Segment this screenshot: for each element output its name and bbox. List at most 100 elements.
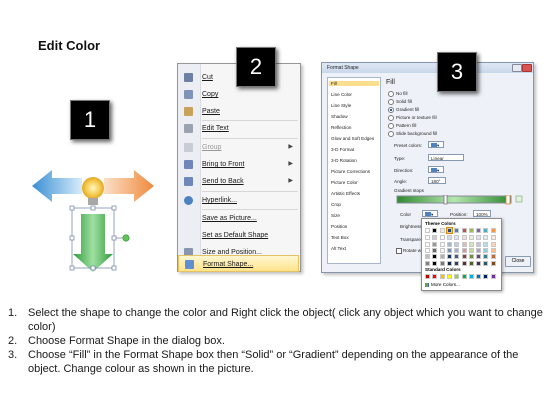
menu-item-set-default-shape[interactable]: Set as Default Shape xyxy=(178,227,299,244)
theme-color-swatch[interactable] xyxy=(461,228,467,233)
theme-color-swatch[interactable] xyxy=(468,247,474,253)
sidebar-item-size[interactable]: Size xyxy=(331,213,340,218)
radio-pattern-fill[interactable]: Pattern fill xyxy=(388,123,416,129)
theme-color-swatch[interactable] xyxy=(425,228,430,233)
theme-color-swatch[interactable] xyxy=(476,228,482,233)
menu-item-paste[interactable]: Paste xyxy=(178,103,299,120)
theme-color-swatch[interactable] xyxy=(446,241,452,247)
sidebar-item-picture-corrections[interactable]: Picture Corrections xyxy=(331,169,370,174)
theme-color-swatch[interactable] xyxy=(446,254,452,260)
theme-color-swatch[interactable] xyxy=(476,260,482,266)
sidebar-item-reflection[interactable]: Reflection xyxy=(331,125,351,130)
theme-color-swatch[interactable] xyxy=(468,254,474,260)
theme-color-swatch[interactable] xyxy=(425,254,430,260)
sidebar-item-shadow[interactable]: Shadow xyxy=(331,114,348,119)
theme-color-swatch[interactable] xyxy=(490,247,496,253)
standard-color-swatch[interactable] xyxy=(446,274,452,279)
theme-color-swatch[interactable] xyxy=(439,254,445,260)
theme-color-swatch[interactable] xyxy=(454,260,460,266)
standard-color-swatch[interactable] xyxy=(454,274,460,279)
sidebar-item-artistic-effects[interactable]: Artistic Effects xyxy=(331,191,360,196)
sidebar-item-line-style[interactable]: Line Style xyxy=(331,103,351,108)
menu-item-save-as-picture[interactable]: Save as Picture... xyxy=(178,210,299,227)
theme-color-swatch[interactable] xyxy=(432,260,438,266)
theme-color-swatch[interactable] xyxy=(432,228,438,233)
theme-color-swatch[interactable] xyxy=(454,254,460,260)
theme-color-swatch[interactable] xyxy=(476,254,482,260)
theme-color-swatch[interactable] xyxy=(446,235,452,241)
theme-color-swatch[interactable] xyxy=(468,260,474,266)
theme-color-swatch[interactable] xyxy=(461,260,467,266)
standard-color-swatch[interactable] xyxy=(425,274,430,279)
preset-colors-dropdown[interactable]: ▾ xyxy=(428,141,444,148)
sidebar-item-3d-rotation[interactable]: 3-D Rotation xyxy=(331,158,357,163)
theme-color-swatch[interactable] xyxy=(468,228,474,233)
theme-color-swatch[interactable] xyxy=(454,247,460,253)
radio-slide-background-fill[interactable]: Slide background fill xyxy=(388,131,437,137)
theme-color-swatch[interactable] xyxy=(476,247,482,253)
gradient-stops-bar[interactable] xyxy=(396,195,526,205)
theme-color-swatch[interactable] xyxy=(483,241,489,247)
standard-color-swatch[interactable] xyxy=(483,274,489,279)
theme-color-swatch[interactable] xyxy=(425,247,430,253)
theme-color-swatch[interactable] xyxy=(483,247,489,253)
direction-dropdown[interactable]: ▾ xyxy=(428,166,444,173)
close-button[interactable]: Close xyxy=(505,256,531,267)
theme-color-swatch[interactable] xyxy=(483,228,489,233)
radio-no-fill[interactable]: No fill xyxy=(388,91,408,97)
sidebar-item-crop[interactable]: Crop xyxy=(331,202,341,207)
theme-color-swatch[interactable] xyxy=(468,241,474,247)
theme-color-swatch[interactable] xyxy=(483,235,489,241)
sidebar-item-picture-color[interactable]: Picture Color xyxy=(331,180,358,185)
standard-color-swatch[interactable] xyxy=(468,274,474,279)
theme-color-swatch[interactable] xyxy=(439,228,445,233)
sidebar-item-text-box[interactable]: Text Box xyxy=(331,235,349,240)
menu-item-edit-text[interactable]: Edit Text xyxy=(178,120,299,137)
theme-color-swatch[interactable] xyxy=(425,260,430,266)
color-dropdown[interactable]: ▾ xyxy=(422,210,438,217)
theme-color-swatch[interactable] xyxy=(454,241,460,247)
theme-color-swatch[interactable] xyxy=(439,260,445,266)
theme-color-swatch[interactable] xyxy=(490,228,496,233)
theme-color-swatch[interactable] xyxy=(445,227,453,234)
menu-item-bring-to-front[interactable]: Bring to Front ▶ xyxy=(178,156,299,173)
menu-item-hyperlink[interactable]: Hyperlink... xyxy=(178,192,299,209)
standard-color-swatch[interactable] xyxy=(432,274,438,279)
sidebar-item-alt-text[interactable]: Alt Text xyxy=(331,246,346,251)
menu-item-group[interactable]: Group ▶ xyxy=(178,139,299,156)
angle-input[interactable]: 180° xyxy=(428,177,446,184)
theme-color-swatch[interactable] xyxy=(461,235,467,241)
theme-color-swatch[interactable] xyxy=(454,235,460,241)
sidebar-item-glow[interactable]: Glow and Soft Edges xyxy=(331,136,374,141)
theme-color-swatch[interactable] xyxy=(446,260,452,266)
menu-item-copy[interactable]: Copy xyxy=(178,86,299,103)
theme-color-swatch[interactable] xyxy=(483,260,489,266)
standard-color-swatch[interactable] xyxy=(490,274,496,279)
theme-color-swatch[interactable] xyxy=(476,241,482,247)
theme-color-swatch[interactable] xyxy=(446,247,452,253)
help-button[interactable] xyxy=(512,64,522,72)
standard-color-swatch[interactable] xyxy=(439,274,445,279)
theme-color-swatch[interactable] xyxy=(461,247,467,253)
theme-color-swatch[interactable] xyxy=(490,235,496,241)
menu-item-send-to-back[interactable]: Send to Back ▶ xyxy=(178,173,299,190)
theme-color-swatch[interactable] xyxy=(468,235,474,241)
position-input[interactable]: 100% xyxy=(473,210,491,217)
sidebar-item-position[interactable]: Position xyxy=(331,224,347,229)
close-window-button[interactable] xyxy=(522,64,532,72)
theme-color-swatch[interactable] xyxy=(432,247,438,253)
theme-color-swatch[interactable] xyxy=(490,260,496,266)
standard-color-swatch[interactable] xyxy=(461,274,467,279)
more-colors-button[interactable]: More Colors... xyxy=(425,282,460,287)
sidebar-item-fill[interactable]: Fill xyxy=(329,81,379,86)
theme-color-swatch[interactable] xyxy=(432,241,438,247)
theme-color-swatch[interactable] xyxy=(490,241,496,247)
radio-gradient-fill[interactable]: Gradient fill xyxy=(388,107,419,113)
theme-color-swatch[interactable] xyxy=(432,254,438,260)
theme-color-swatch[interactable] xyxy=(461,254,467,260)
standard-color-swatch[interactable] xyxy=(476,274,482,279)
theme-color-swatch[interactable] xyxy=(439,235,445,241)
sidebar-item-line-color[interactable]: Line Color xyxy=(331,92,352,97)
radio-picture-fill[interactable]: Picture or texture fill xyxy=(388,115,437,121)
theme-color-swatch[interactable] xyxy=(476,235,482,241)
